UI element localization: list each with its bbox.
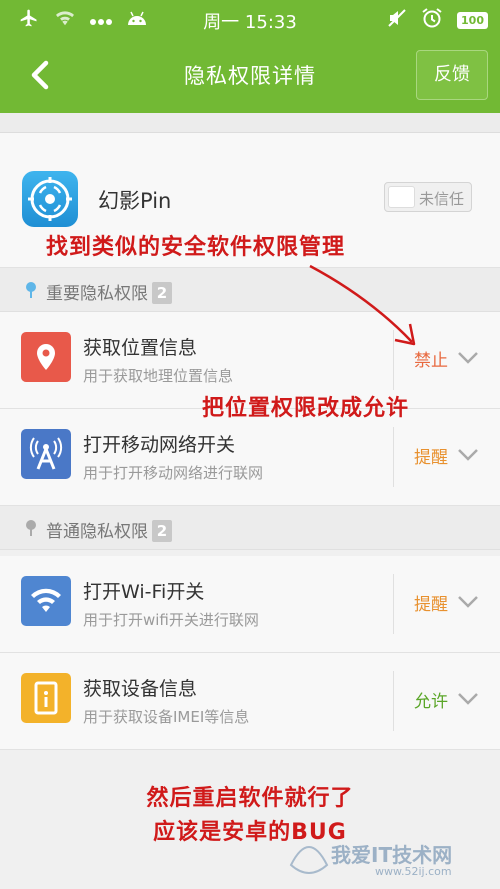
header-spacer: [0, 113, 500, 133]
toggle-knob: [388, 186, 415, 208]
section-header-normal: 普通隐私权限 2: [0, 506, 500, 550]
divider: [393, 574, 394, 634]
watermark-text: 我爱IT技术网: [331, 843, 453, 867]
chevron-down-icon[interactable]: [457, 447, 479, 466]
trust-status-label: 未信任: [419, 190, 465, 208]
annotation-text: 找到类似的安全软件权限管理: [46, 235, 346, 260]
device-info-icon: [21, 673, 71, 723]
app-name: 幻影Pin: [98, 189, 172, 213]
status-bar: 周一 15:33 100: [0, 0, 500, 38]
wifi-signal-icon: [21, 576, 71, 626]
section-title: 重要隐私权限: [46, 284, 148, 304]
watermark-logo-icon: [289, 835, 329, 885]
cell-tower-icon: [21, 429, 71, 479]
annotation-arrow-icon: [300, 258, 430, 358]
divider: [393, 427, 394, 487]
annotation-text: 把位置权限改成允许: [202, 396, 410, 421]
divider: [393, 671, 394, 731]
feedback-button[interactable]: 反馈: [416, 50, 488, 100]
pin-icon: [24, 519, 38, 541]
section-count-badge: 2: [152, 282, 172, 304]
location-pin-icon: [21, 332, 71, 382]
watermark-url: www.52ij.com: [375, 865, 452, 878]
permission-row-mobile-network[interactable]: 打开移动网络开关 用于打开移动网络进行联网 提醒: [0, 409, 500, 506]
app-logo-icon: [22, 171, 78, 227]
permission-status[interactable]: 提醒: [414, 590, 448, 615]
chevron-down-icon[interactable]: [457, 594, 479, 613]
permission-desc: 用于获取地理位置信息: [83, 367, 234, 385]
section-title: 普通隐私权限: [46, 522, 148, 542]
pin-icon: [24, 281, 38, 303]
permission-title: 打开Wi-Fi开关: [83, 581, 205, 603]
permission-status[interactable]: 允许: [414, 687, 448, 712]
permission-row-wifi[interactable]: 打开Wi-Fi开关 用于打开wifi开关进行联网 提醒: [0, 556, 500, 653]
permission-row-device-info[interactable]: 获取设备信息 用于获取设备IMEI等信息 允许: [0, 653, 500, 750]
chevron-down-icon[interactable]: [457, 691, 479, 710]
permission-desc: 用于打开wifi开关进行联网: [83, 611, 259, 629]
annotation-line: 然后重启软件就行了: [146, 786, 354, 811]
app-header: 隐私权限详情 反馈: [0, 38, 500, 113]
permission-title: 打开移动网络开关: [83, 434, 236, 456]
section-count-badge: 2: [152, 520, 172, 542]
mute-icon: [387, 8, 407, 32]
permission-desc: 用于获取设备IMEI等信息: [83, 708, 250, 726]
permission-title: 获取位置信息: [83, 337, 198, 359]
watermark: 我爱IT技术网 www.52ij.com: [285, 835, 495, 885]
trust-toggle[interactable]: 未信任: [384, 182, 472, 212]
permission-status[interactable]: 提醒: [414, 443, 448, 468]
alarm-icon: [421, 7, 443, 33]
battery-icon: 100: [457, 11, 488, 29]
chevron-down-icon[interactable]: [457, 350, 479, 369]
permission-title: 获取设备信息: [83, 678, 198, 700]
permission-desc: 用于打开移动网络进行联网: [83, 464, 264, 482]
